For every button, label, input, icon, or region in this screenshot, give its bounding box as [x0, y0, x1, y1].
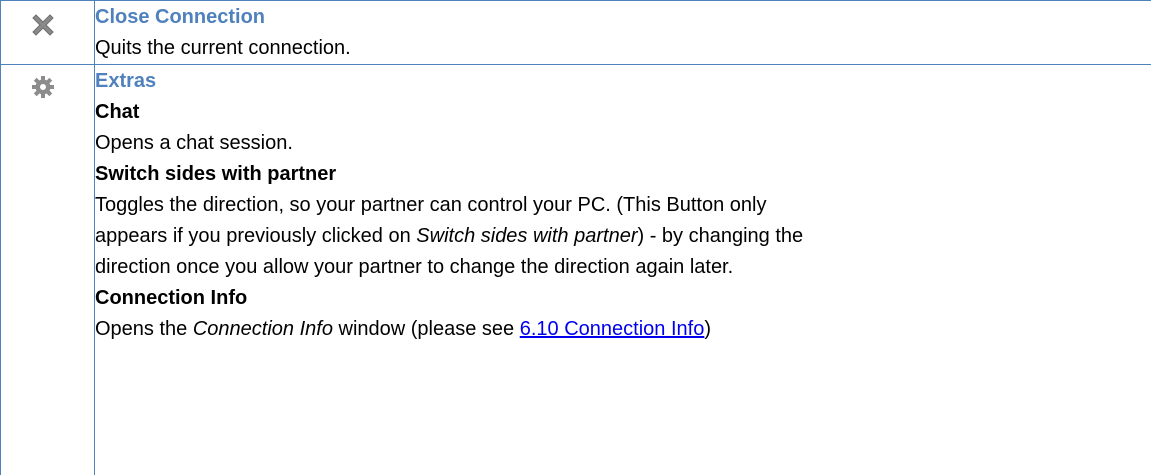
connection-info-description: Opens the Connection Info window (please…: [95, 314, 1151, 345]
feature-table: Close Connection Quits the current conne…: [0, 0, 1151, 475]
italic-reference: Switch sides with partner: [416, 225, 637, 247]
text-span: Opens the: [95, 318, 193, 340]
icon-cell: [1, 1, 95, 65]
connection-info-link[interactable]: 6.10 Connection Info: [520, 318, 705, 340]
close-connection-description: Quits the current connection.: [95, 33, 1151, 64]
table-row: Extras Chat Opens a chat session. Switch…: [1, 65, 1151, 475]
switch-sides-title: Switch sides with partner: [95, 159, 1151, 190]
table-row: Close Connection Quits the current conne…: [1, 1, 1151, 65]
gear-icon: [30, 74, 56, 100]
text-span: ): [704, 318, 711, 340]
switch-sides-description-line2: appears if you previously clicked on Swi…: [95, 221, 1151, 252]
connection-info-title: Connection Info: [95, 283, 1151, 314]
text-span: appears if you previously clicked on: [95, 225, 416, 247]
switch-sides-description-line3: direction once you allow your partner to…: [95, 252, 1151, 283]
close-icon: [30, 12, 56, 38]
italic-reference: Connection Info: [193, 318, 333, 340]
text-span: window (please see: [333, 318, 520, 340]
switch-sides-description-line1: Toggles the direction, so your partner c…: [95, 190, 1151, 221]
chat-description: Opens a chat session.: [95, 128, 1151, 159]
close-connection-title: Close Connection: [95, 2, 1151, 33]
text-span: ) - by changing the: [637, 225, 803, 247]
icon-cell: [1, 65, 95, 475]
chat-title: Chat: [95, 97, 1151, 128]
description-cell: Close Connection Quits the current conne…: [95, 1, 1151, 65]
extras-title: Extras: [95, 66, 1151, 97]
description-cell: Extras Chat Opens a chat session. Switch…: [95, 65, 1151, 475]
